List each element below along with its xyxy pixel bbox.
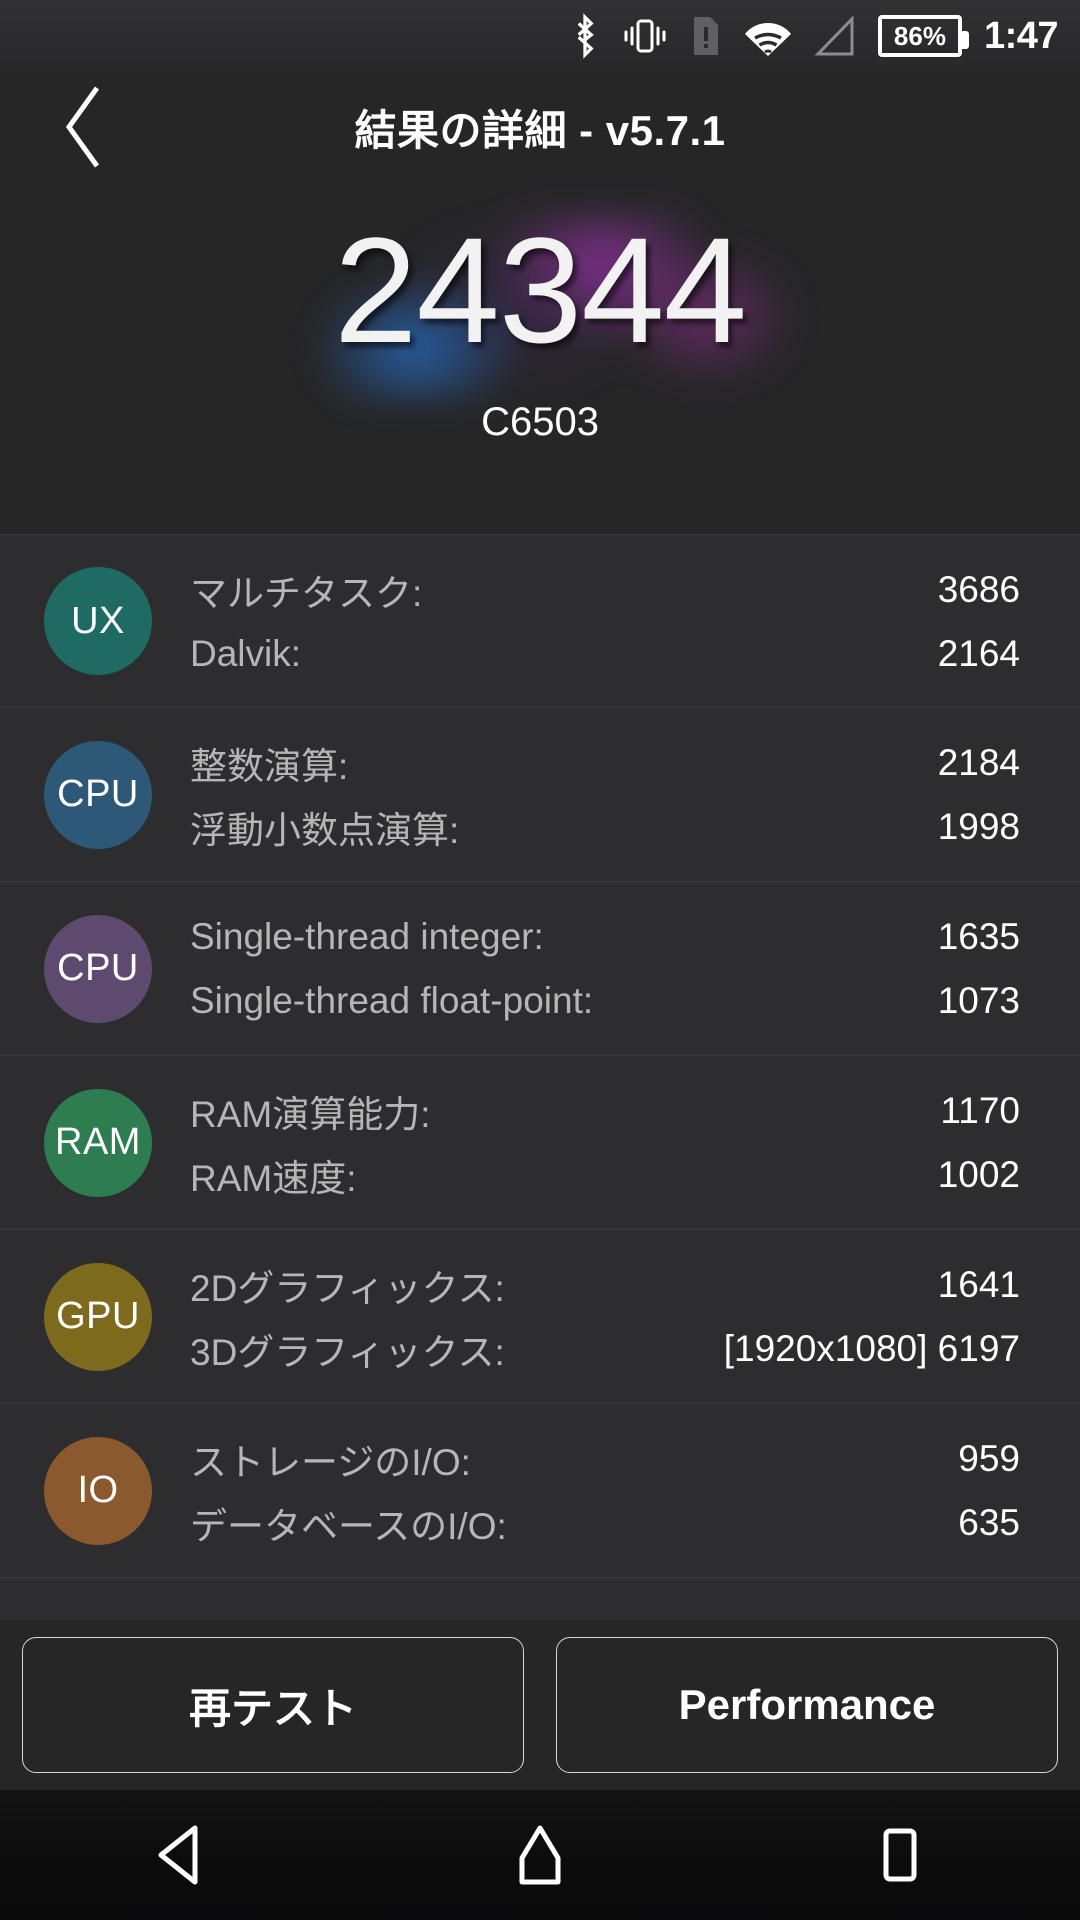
result-line: RAM速度: 1002: [190, 1143, 1020, 1207]
result-row[interactable]: IO ストレージのI/O: 959 データベースのI/O: 635: [0, 1404, 1080, 1578]
result-row[interactable]: UX マルチタスク: 3686 Dalvik: 2164: [0, 534, 1080, 708]
status-bar: 86% 1:47: [0, 0, 1080, 72]
result-line: Dalvik: 2164: [190, 622, 1020, 686]
home-icon: [519, 1825, 561, 1885]
wifi-icon: [744, 13, 792, 59]
metric-label: 浮動小数点演算:: [190, 810, 460, 851]
status-clock: 1:47: [983, 15, 1059, 57]
category-badge: IO: [44, 1436, 152, 1545]
result-line: ストレージのI/O: 959: [190, 1427, 1020, 1491]
phone-screen: 86% 1:47 結果の詳細 - v5.7.1 24344 C6503 UX マル…: [0, 0, 1080, 1920]
result-line: 2Dグラフィックス: 1641: [190, 1253, 1020, 1317]
metric-label: RAM速度:: [190, 1158, 357, 1199]
metric-value: 2164: [937, 633, 1020, 674]
nav-back-button[interactable]: [105, 1790, 255, 1920]
android-nav-bar: [0, 1790, 1080, 1920]
chevron-left-icon: [65, 86, 100, 168]
metric-value: 959: [958, 1438, 1020, 1479]
battery-indicator: 86%: [877, 15, 969, 57]
retest-button[interactable]: 再テスト: [22, 1637, 524, 1773]
metric-label: Single-thread integer:: [190, 916, 544, 957]
result-row[interactable]: CPU 整数演算: 2184 浮動小数点演算: 1998: [0, 708, 1080, 882]
metric-value: 1635: [937, 916, 1020, 957]
bluetooth-icon: [570, 13, 600, 59]
result-row[interactable]: CPU Single-thread integer: 1635 Single-thre…: [0, 882, 1080, 1056]
score-hero: 24344 C6503: [0, 182, 1080, 534]
results-list[interactable]: UX マルチタスク: 3686 Dalvik: 2164 CPU 整数演算: 2184 浮動小数…: [0, 534, 1080, 1620]
page-title: 結果の詳細 - v5.7.1: [354, 106, 726, 154]
back-button[interactable]: [40, 78, 128, 176]
metric-label: Dalvik:: [190, 633, 302, 674]
category-badge: CPU: [44, 740, 152, 849]
result-line: マルチタスク: 3686: [190, 558, 1020, 622]
metric-value: 635: [958, 1502, 1020, 1543]
metric-value: 1170: [940, 1090, 1020, 1131]
title-bar: 結果の詳細 - v5.7.1: [0, 72, 1080, 182]
metric-label: RAM演算能力:: [190, 1094, 431, 1135]
metric-value: 2184: [937, 742, 1020, 783]
performance-button[interactable]: Performance: [556, 1637, 1058, 1773]
result-line: Single-thread float-point: 1073: [190, 969, 1020, 1033]
action-bar: 再テスト Performance: [0, 1620, 1080, 1790]
sim-alert-icon: [690, 13, 722, 59]
category-badge: UX: [44, 567, 152, 675]
result-line: Single-thread integer: 1635: [190, 905, 1020, 969]
result-row[interactable]: RAM RAM演算能力: 1170 RAM速度: 1002: [0, 1056, 1080, 1230]
device-name: C6503: [481, 400, 599, 444]
metric-label: 2Dグラフィックス:: [190, 1268, 505, 1309]
metric-label: マルチタスク:: [190, 573, 423, 614]
result-lines: 2Dグラフィックス: 1641 3Dグラフィックス: [1920x1080] 6197: [190, 1230, 1020, 1404]
metric-label: ストレージのI/O:: [190, 1442, 471, 1483]
metric-value: 1998: [937, 806, 1020, 847]
vibrate-icon: [622, 13, 668, 59]
metric-label: 3Dグラフィックス:: [190, 1332, 505, 1373]
back-icon: [158, 1825, 198, 1885]
result-line: 整数演算: 2184: [190, 731, 1020, 795]
result-line: 3Dグラフィックス: [1920x1080] 6197: [190, 1317, 1020, 1381]
metric-label: Single-thread float-point:: [190, 980, 594, 1021]
metric-value: [1920x1080] 6197: [723, 1328, 1020, 1369]
result-lines: ストレージのI/O: 959 データベースのI/O: 635: [190, 1404, 1020, 1578]
result-lines: RAM演算能力: 1170 RAM速度: 1002: [190, 1056, 1020, 1230]
category-badge: GPU: [44, 1262, 152, 1371]
result-lines: Single-thread integer: 1635 Single-thread …: [190, 882, 1020, 1056]
result-line: RAM演算能力: 1170: [190, 1079, 1020, 1143]
metric-label: データベースのI/O:: [190, 1506, 507, 1547]
result-lines: 整数演算: 2184 浮動小数点演算: 1998: [190, 708, 1020, 882]
signal-icon: [814, 13, 856, 59]
metric-value: 1641: [937, 1264, 1020, 1305]
category-badge: RAM: [44, 1088, 152, 1197]
result-lines: マルチタスク: 3686 Dalvik: 2164: [190, 535, 1020, 709]
total-score: 24344: [333, 206, 747, 374]
recents-icon: [883, 1828, 917, 1882]
result-row[interactable]: GPU 2Dグラフィックス: 1641 3Dグラフィックス: [1920x1080] 6…: [0, 1230, 1080, 1404]
category-badge: CPU: [44, 914, 152, 1023]
metric-value: 1073: [937, 980, 1020, 1021]
metric-value: 3686: [937, 569, 1020, 610]
nav-recents-button[interactable]: [825, 1790, 975, 1920]
metric-value: 1002: [937, 1154, 1020, 1195]
metric-label: 整数演算:: [190, 746, 349, 787]
battery-percent: 86%: [893, 21, 946, 51]
result-line: 浮動小数点演算: 1998: [190, 795, 1020, 859]
nav-home-button[interactable]: [465, 1790, 615, 1920]
result-line: データベースのI/O: 635: [190, 1491, 1020, 1555]
